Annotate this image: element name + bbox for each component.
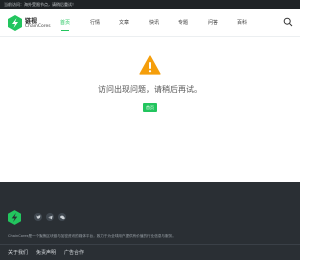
brand-name-en: ChainCores bbox=[25, 24, 51, 29]
error-content: 访问出现问题，请稍后再试。 首页 bbox=[0, 37, 300, 182]
site-logo-icon[interactable] bbox=[8, 15, 22, 31]
nav-item-topics[interactable]: 专题 bbox=[178, 16, 188, 30]
search-icon[interactable] bbox=[283, 17, 293, 27]
footer-link-disclaimer[interactable]: 免责声明 bbox=[36, 249, 56, 256]
nav-item-flash[interactable]: 快讯 bbox=[149, 16, 159, 30]
back-home-button[interactable]: 首页 bbox=[143, 103, 157, 112]
error-message: 访问出现问题，请稍后再试。 bbox=[98, 85, 202, 94]
footer-link-about[interactable]: 关于我们 bbox=[8, 249, 28, 256]
footer-divider bbox=[0, 244, 300, 245]
telegram-icon bbox=[47, 215, 53, 219]
footer-logo-icon[interactable] bbox=[8, 210, 21, 225]
nav-item-wiki[interactable]: 百科 bbox=[237, 16, 247, 30]
wechat-icon bbox=[59, 215, 65, 219]
site-header: 链视 ChainCores 首页 行情 文章 快讯 专题 问答 百科 bbox=[0, 9, 300, 37]
site-footer: ChainCores是一个聚焦区块链与加密资讯的媒体平台，致力于为全球用户提供有… bbox=[0, 182, 300, 260]
social-link-twitter[interactable] bbox=[34, 213, 42, 221]
social-link-wechat[interactable] bbox=[58, 213, 66, 221]
top-notice-text: 当前访问：海外受限节点，请稍后重试！ bbox=[4, 2, 76, 7]
twitter-icon bbox=[35, 214, 41, 219]
nav-item-market[interactable]: 行情 bbox=[90, 16, 100, 30]
footer-description: ChainCores是一个聚焦区块链与加密资讯的媒体平台，致力于为全球用户提供有… bbox=[8, 234, 176, 238]
nav-item-qa[interactable]: 问答 bbox=[208, 16, 218, 30]
nav-item-articles[interactable]: 文章 bbox=[119, 16, 129, 30]
main-nav: 首页 行情 文章 快讯 专题 问答 百科 bbox=[60, 16, 280, 31]
warning-icon bbox=[139, 55, 161, 75]
footer-link-ads[interactable]: 广告合作 bbox=[64, 249, 84, 256]
nav-item-home[interactable]: 首页 bbox=[60, 16, 70, 31]
top-notice-bar: 当前访问：海外受限节点，请稍后重试！ bbox=[0, 0, 300, 9]
social-link-telegram[interactable] bbox=[46, 213, 54, 221]
